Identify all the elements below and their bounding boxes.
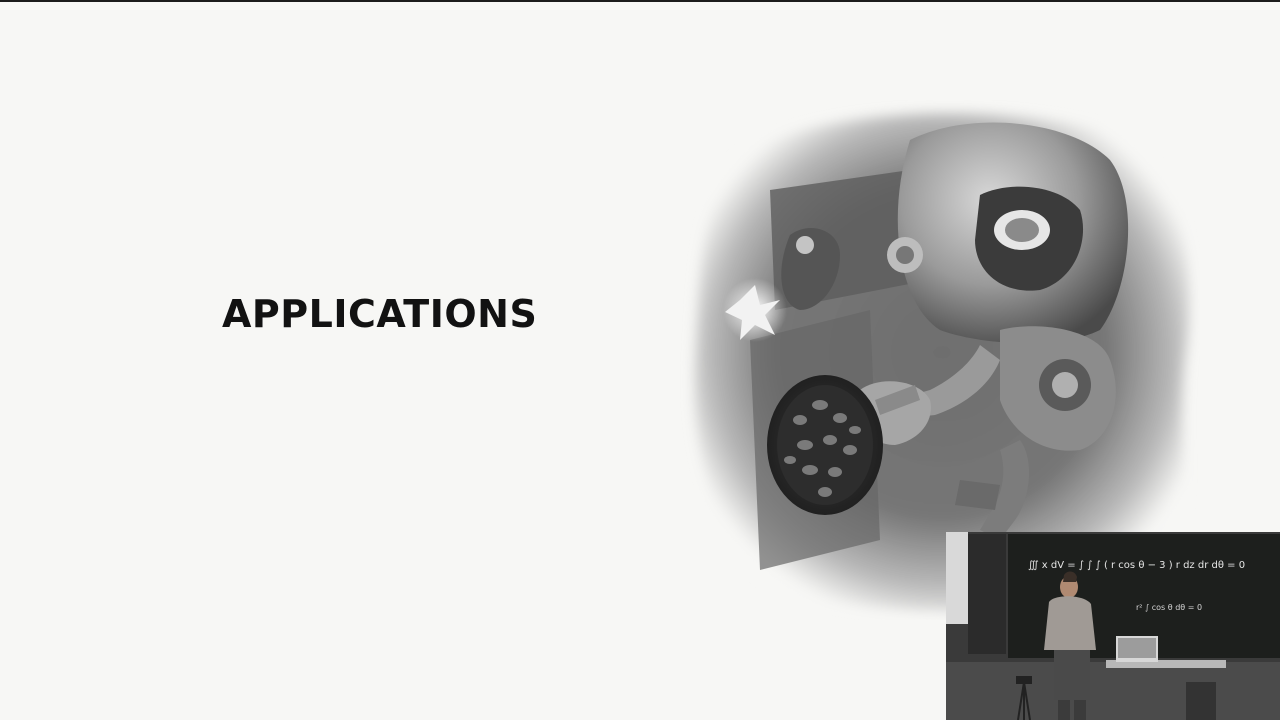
board-equation-line2: r² ∫ cos θ dθ = 0 (1136, 603, 1202, 612)
top-rule (0, 0, 1280, 2)
board-equation-line1: ∭ x dV = ∫ ∫ ∫ ( r cos θ − 3 ) r dz dr d… (1028, 560, 1245, 571)
robot-head (887, 122, 1129, 344)
webcam-overlay: ∭ x dV = ∫ ∫ ∫ ( r cos θ − 3 ) r dz dr d… (946, 532, 1280, 720)
slide-title: APPLICATIONS (222, 292, 538, 336)
slide-frame: APPLICATIONS ∭ x dV = ∫ ∫ ∫ (r cos θ − … (0, 0, 1280, 720)
